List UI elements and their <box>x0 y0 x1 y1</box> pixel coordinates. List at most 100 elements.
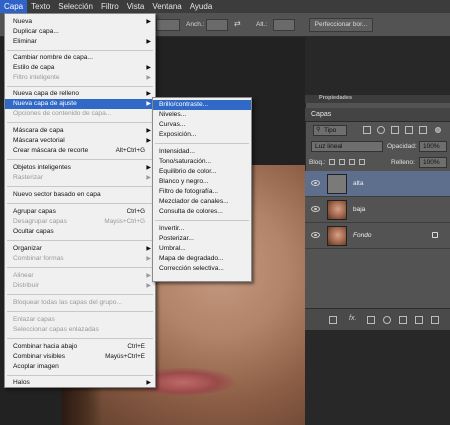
submenu-item-blanco-negro[interactable]: Blanco y negro... <box>153 177 251 187</box>
filter-row: ⚲ Tipo <box>305 123 450 137</box>
new-group-icon[interactable] <box>399 316 407 324</box>
layers-panel-title[interactable]: Capas <box>311 111 331 118</box>
menu-vista[interactable]: Vista <box>123 0 149 13</box>
menu-capa[interactable]: Capa <box>0 0 28 13</box>
menu-item-halos[interactable]: Halos ▶ <box>5 378 155 388</box>
menu-seleccion[interactable]: Selección <box>54 0 97 13</box>
layers-panel-footer: fx. <box>305 308 450 330</box>
link-layers-icon[interactable] <box>329 316 337 324</box>
menu-separator <box>7 50 153 51</box>
submenu-item-filtro-fotografia[interactable]: Filtro de fotografía... <box>153 187 251 197</box>
submenu-item-niveles[interactable]: Niveles... <box>153 110 251 120</box>
opacity-input[interactable]: 100% <box>419 141 447 152</box>
filter-smart-object-icon[interactable] <box>419 126 427 134</box>
submenu-arrow-icon: ▶ <box>146 75 151 81</box>
filter-toggle-icon[interactable] <box>435 127 441 133</box>
width-input[interactable] <box>206 19 228 31</box>
menu-item-label: Organizar <box>13 245 42 252</box>
menu-item-nuevo-sector[interactable]: Nuevo sector basado en capa <box>5 190 155 200</box>
menu-item-label: Combinar formas <box>13 255 64 262</box>
menu-item-mascara-recorte[interactable]: Crear máscara de recorte Alt+Ctrl+G <box>5 146 155 156</box>
menu-item-combinar-abajo[interactable]: Combinar hacia abajo Ctrl+E <box>5 342 155 352</box>
add-mask-icon[interactable] <box>367 316 375 324</box>
submenu-item-correccion-selectiva[interactable]: Corrección selectiva... <box>153 264 251 274</box>
submenu-item-consulta-colores[interactable]: Consulta de colores... <box>153 207 251 217</box>
style-dropdown[interactable] <box>156 19 180 31</box>
menu-item-duplicar[interactable]: Duplicar capa... <box>5 27 155 37</box>
submenu-arrow-icon: ▶ <box>146 101 151 107</box>
new-adjustment-layer-icon[interactable] <box>383 316 391 324</box>
menu-item-mascara-capa[interactable]: Máscara de capa ▶ <box>5 126 155 136</box>
menu-item-agrupar[interactable]: Agrupar capas Ctrl+G <box>5 207 155 217</box>
menu-ayuda[interactable]: Ayuda <box>186 0 217 13</box>
menu-item-label: Duplicar capa... <box>13 28 59 35</box>
menu-item-ocultar[interactable]: Ocultar capas <box>5 227 155 237</box>
menu-item-acoplar[interactable]: Acoplar imagen <box>5 362 155 372</box>
submenu-item-equilibrio-color[interactable]: Equilibrio de color... <box>153 167 251 177</box>
filter-pixel-icon[interactable] <box>363 126 371 134</box>
properties-tab[interactable]: Propiedades <box>319 95 352 101</box>
eye-icon[interactable] <box>311 232 320 238</box>
width-label: Anch.: <box>186 21 205 28</box>
submenu-item-intensidad[interactable]: Intensidad... <box>153 147 251 157</box>
menu-separator <box>7 294 153 295</box>
lock-image-icon[interactable] <box>339 159 345 165</box>
menu-item-combinar-visibles[interactable]: Combinar visibles Mayús+Ctrl+E <box>5 352 155 362</box>
eye-icon[interactable] <box>311 180 320 186</box>
filter-adjustment-icon[interactable] <box>377 126 385 134</box>
submenu-item-umbral[interactable]: Umbral... <box>153 244 251 254</box>
menu-filtro[interactable]: Filtro <box>97 0 123 13</box>
panel-tab-strip: Propiedades <box>305 95 450 103</box>
menu-item-organizar[interactable]: Organizar ▶ <box>5 244 155 254</box>
submenu-item-curvas[interactable]: Curvas... <box>153 120 251 130</box>
eye-icon[interactable] <box>311 206 320 212</box>
lock-position-icon[interactable] <box>349 159 355 165</box>
menu-item-nueva[interactable]: Nueva ▶ <box>5 17 155 27</box>
height-label: Alt.: <box>256 21 268 28</box>
menu-item-shortcut: Mayús+Ctrl+G <box>104 218 145 225</box>
submenu-item-brillo-contraste[interactable]: Brillo/contraste... <box>153 100 251 110</box>
lock-transparent-icon[interactable] <box>329 159 335 165</box>
menu-item-objetos-inteligentes[interactable]: Objetos inteligentes ▶ <box>5 163 155 173</box>
refine-edge-button[interactable]: Perfeccionar bor... <box>309 18 373 32</box>
menu-item-label: Opciones de contenido de capa... <box>13 110 112 117</box>
menu-item-capa-ajuste[interactable]: Nueva capa de ajuste ▶ <box>5 99 155 109</box>
submenu-arrow-icon: ▶ <box>146 165 151 171</box>
submenu-item-invertir[interactable]: Invertir... <box>153 224 251 234</box>
menu-texto[interactable]: Texto <box>27 0 54 13</box>
menu-item-label: Alinear <box>13 272 34 279</box>
menu-ventana[interactable]: Ventana <box>148 0 185 13</box>
menu-separator <box>7 86 153 87</box>
menu-item-eliminar[interactable]: Eliminar ▶ <box>5 37 155 47</box>
menu-item-label: Crear máscara de recorte <box>13 147 89 154</box>
delete-layer-icon[interactable] <box>431 316 439 324</box>
submenu-item-mezclador-canales[interactable]: Mezclador de canales... <box>153 197 251 207</box>
layer-row[interactable]: Fondo <box>305 223 450 249</box>
menu-item-capa-relleno[interactable]: Nueva capa de relleno ▶ <box>5 89 155 99</box>
layer-row[interactable]: alta <box>305 171 450 197</box>
lock-all-icon[interactable] <box>359 159 365 165</box>
lock-icon <box>432 232 438 238</box>
submenu-item-mapa-degradado[interactable]: Mapa de degradado... <box>153 254 251 264</box>
swap-icon[interactable]: ⇄ <box>234 19 241 28</box>
filter-type-icon[interactable] <box>391 126 399 134</box>
filter-shape-icon[interactable] <box>405 126 413 134</box>
menu-item-estilo-capa[interactable]: Estilo de capa ▶ <box>5 63 155 73</box>
filter-type-dropdown[interactable]: ⚲ Tipo <box>313 125 347 136</box>
layer-name: alta <box>353 180 364 187</box>
new-layer-icon[interactable] <box>415 316 423 324</box>
menu-item-label: Objetos inteligentes <box>13 164 71 171</box>
fx-icon[interactable]: fx. <box>349 315 356 322</box>
blend-mode-dropdown[interactable]: Luz lineal <box>311 141 383 152</box>
submenu-item-exposicion[interactable]: Exposición... <box>153 130 251 140</box>
menu-separator <box>155 220 249 221</box>
menu-item-label: Distribuir <box>13 282 40 289</box>
layer-row[interactable]: baja <box>305 197 450 223</box>
layers-list: alta baja Fondo <box>305 171 450 308</box>
submenu-item-posterizar[interactable]: Posterizar... <box>153 234 251 244</box>
menu-item-mascara-vectorial[interactable]: Máscara vectorial ▶ <box>5 136 155 146</box>
fill-input[interactable]: 100% <box>419 157 447 168</box>
height-input[interactable] <box>273 19 295 31</box>
submenu-item-tono-saturacion[interactable]: Tono/saturación... <box>153 157 251 167</box>
menu-item-cambiar-nombre[interactable]: Cambiar nombre de capa... <box>5 53 155 63</box>
